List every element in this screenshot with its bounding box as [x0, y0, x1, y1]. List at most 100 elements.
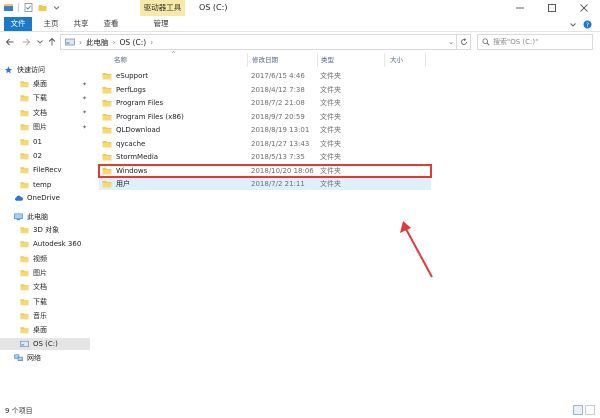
column-divider[interactable]	[384, 53, 385, 67]
maximize-button[interactable]	[536, 0, 568, 16]
nav-label: 下载	[33, 94, 47, 103]
nav-pc-item[interactable]: 视频	[0, 253, 90, 265]
nav-quick-item[interactable]: FileRecv	[0, 164, 90, 176]
nav-pc-item[interactable]: 下载	[0, 296, 90, 308]
download-icon	[20, 95, 29, 102]
nav-quick-item[interactable]: temp	[0, 179, 90, 191]
file-date: 2018/10/20 18:06	[251, 166, 314, 175]
search-icon	[482, 38, 490, 46]
nav-quick-access[interactable]: 快速访问	[0, 64, 90, 76]
window-controls	[504, 0, 600, 16]
pin-icon[interactable]: ✦	[82, 124, 87, 131]
file-row[interactable]: Windows 2018/10/20 18:06 文件夹	[98, 163, 432, 178]
nav-label: temp	[33, 180, 52, 189]
navigation-bar: › 此电脑 › OS (C:) › ⌄ 搜索"OS (C:)"	[0, 33, 600, 51]
breadcrumb-os-c[interactable]: OS (C:)	[120, 38, 147, 47]
folder-icon	[102, 100, 112, 107]
music-icon	[20, 313, 29, 319]
recent-locations-button[interactable]	[34, 36, 46, 48]
pin-icon[interactable]: ✦	[82, 95, 87, 102]
file-row[interactable]: 用户 2018/7/2 21:11 文件夹	[99, 178, 431, 190]
nav-pc-item[interactable]: 3D 对象	[0, 224, 90, 236]
refresh-icon	[460, 38, 467, 45]
nav-pc-item[interactable]: 桌面	[0, 324, 90, 336]
tab-view[interactable]: 查看	[100, 17, 122, 31]
network-icon	[14, 354, 23, 361]
search-input[interactable]: 搜索"OS (C:)"	[477, 34, 593, 50]
pin-icon[interactable]: ✦	[82, 81, 87, 88]
nav-quick-item[interactable]: 下载 ✦	[0, 92, 90, 104]
nav-label: 网络	[27, 354, 41, 362]
nav-quick-item[interactable]: 图片 ✦	[0, 121, 90, 133]
nav-onedrive[interactable]: OneDrive	[0, 192, 90, 204]
quick-access-toolbar	[4, 3, 61, 12]
nav-quick-item[interactable]: 02	[0, 150, 90, 162]
details-view-button[interactable]	[573, 405, 583, 415]
breadcrumb-separator: ›	[112, 37, 116, 47]
file-row[interactable]: Program Files (x86) 2018/9/7 20:59 文件夹	[99, 111, 431, 123]
nav-label: Autodesk 360	[33, 240, 82, 249]
file-row[interactable]: StormMedia 2018/5/13 7:35 文件夹	[99, 151, 431, 163]
file-name: Windows	[116, 166, 148, 175]
tab-share[interactable]: 共享	[70, 17, 92, 31]
file-name: qycache	[116, 139, 146, 148]
nav-quick-item[interactable]: 01	[0, 136, 90, 148]
breadcrumb-this-pc[interactable]: 此电脑	[86, 37, 109, 48]
file-row[interactable]: QLDownload 2018/8/19 13:01 文件夹	[99, 124, 431, 136]
file-row[interactable]: qycache 2018/1/27 13:43 文件夹	[99, 138, 431, 150]
column-header-name[interactable]: 名称	[114, 54, 127, 66]
folder-icon	[102, 113, 112, 120]
3d-objects-icon	[20, 227, 29, 234]
file-name: eSupport	[116, 72, 148, 80]
pin-icon[interactable]: ✦	[82, 109, 87, 116]
nav-pc-item[interactable]: 文档	[0, 281, 90, 293]
forward-button[interactable]	[20, 36, 32, 48]
nav-pc-item[interactable]: Autodesk 360	[0, 238, 90, 250]
tab-manage[interactable]: 管理	[145, 17, 177, 31]
refresh-button[interactable]	[456, 35, 470, 49]
explorer-app-icon	[4, 3, 13, 12]
nav-quick-item[interactable]: 桌面 ✦	[0, 78, 90, 90]
column-header-date[interactable]: 修改日期	[252, 54, 278, 66]
up-arrow-icon	[48, 37, 56, 46]
file-row[interactable]: PerfLogs 2018/4/12 7:38 文件夹	[99, 84, 431, 96]
file-row[interactable]: Program Files 2018/7/2 21:08 文件夹	[99, 97, 431, 109]
nav-label: OneDrive	[27, 194, 60, 202]
pictures-icon	[20, 124, 29, 131]
column-divider[interactable]	[425, 53, 426, 67]
search-placeholder: 搜索"OS (C:)"	[493, 38, 539, 46]
nav-this-pc[interactable]: 此电脑	[0, 211, 90, 223]
column-header-size[interactable]: 大小	[390, 54, 403, 66]
column-divider[interactable]	[247, 53, 248, 67]
column-header-type[interactable]: 类型	[321, 54, 334, 66]
sort-chevron-up-icon: ^	[171, 51, 177, 58]
nav-network[interactable]: 网络	[0, 352, 90, 364]
address-bar[interactable]: › 此电脑 › OS (C:) › ⌄	[60, 34, 471, 50]
file-date: 2018/1/27 13:43	[251, 139, 310, 148]
expand-ribbon-chevron-icon[interactable]	[569, 21, 577, 29]
minimize-button[interactable]	[504, 0, 536, 16]
file-date: 2017/6/15 4:46	[251, 72, 305, 80]
nav-pc-item[interactable]: 音乐	[0, 310, 90, 322]
star-icon	[4, 66, 13, 74]
address-history-chevron-icon[interactable]: ⌄	[448, 38, 454, 46]
help-icon[interactable]: ?	[583, 20, 592, 29]
properties-icon[interactable]	[24, 3, 33, 12]
new-folder-icon[interactable]	[38, 3, 47, 12]
close-button[interactable]	[568, 0, 600, 16]
column-divider[interactable]	[317, 53, 318, 67]
maximize-icon	[548, 4, 556, 12]
file-row[interactable]: eSupport 2017/6/15 4:46 文件夹	[99, 70, 431, 82]
nav-pc-item[interactable]: 图片	[0, 267, 90, 279]
tab-file[interactable]: 文件	[4, 17, 32, 31]
nav-quick-item[interactable]: 文档 ✦	[0, 107, 90, 119]
file-date: 2018/8/19 13:01	[251, 126, 310, 134]
back-button[interactable]	[4, 36, 16, 48]
videos-icon	[20, 255, 29, 262]
customize-chevron-icon[interactable]	[52, 3, 61, 12]
large-icons-view-button[interactable]	[585, 405, 595, 415]
up-button[interactable]	[46, 36, 58, 48]
nav-pc-item[interactable]: OS (C:)	[0, 338, 90, 351]
item-count: 9 个项目	[5, 407, 33, 415]
tab-home[interactable]: 主页	[40, 17, 62, 31]
